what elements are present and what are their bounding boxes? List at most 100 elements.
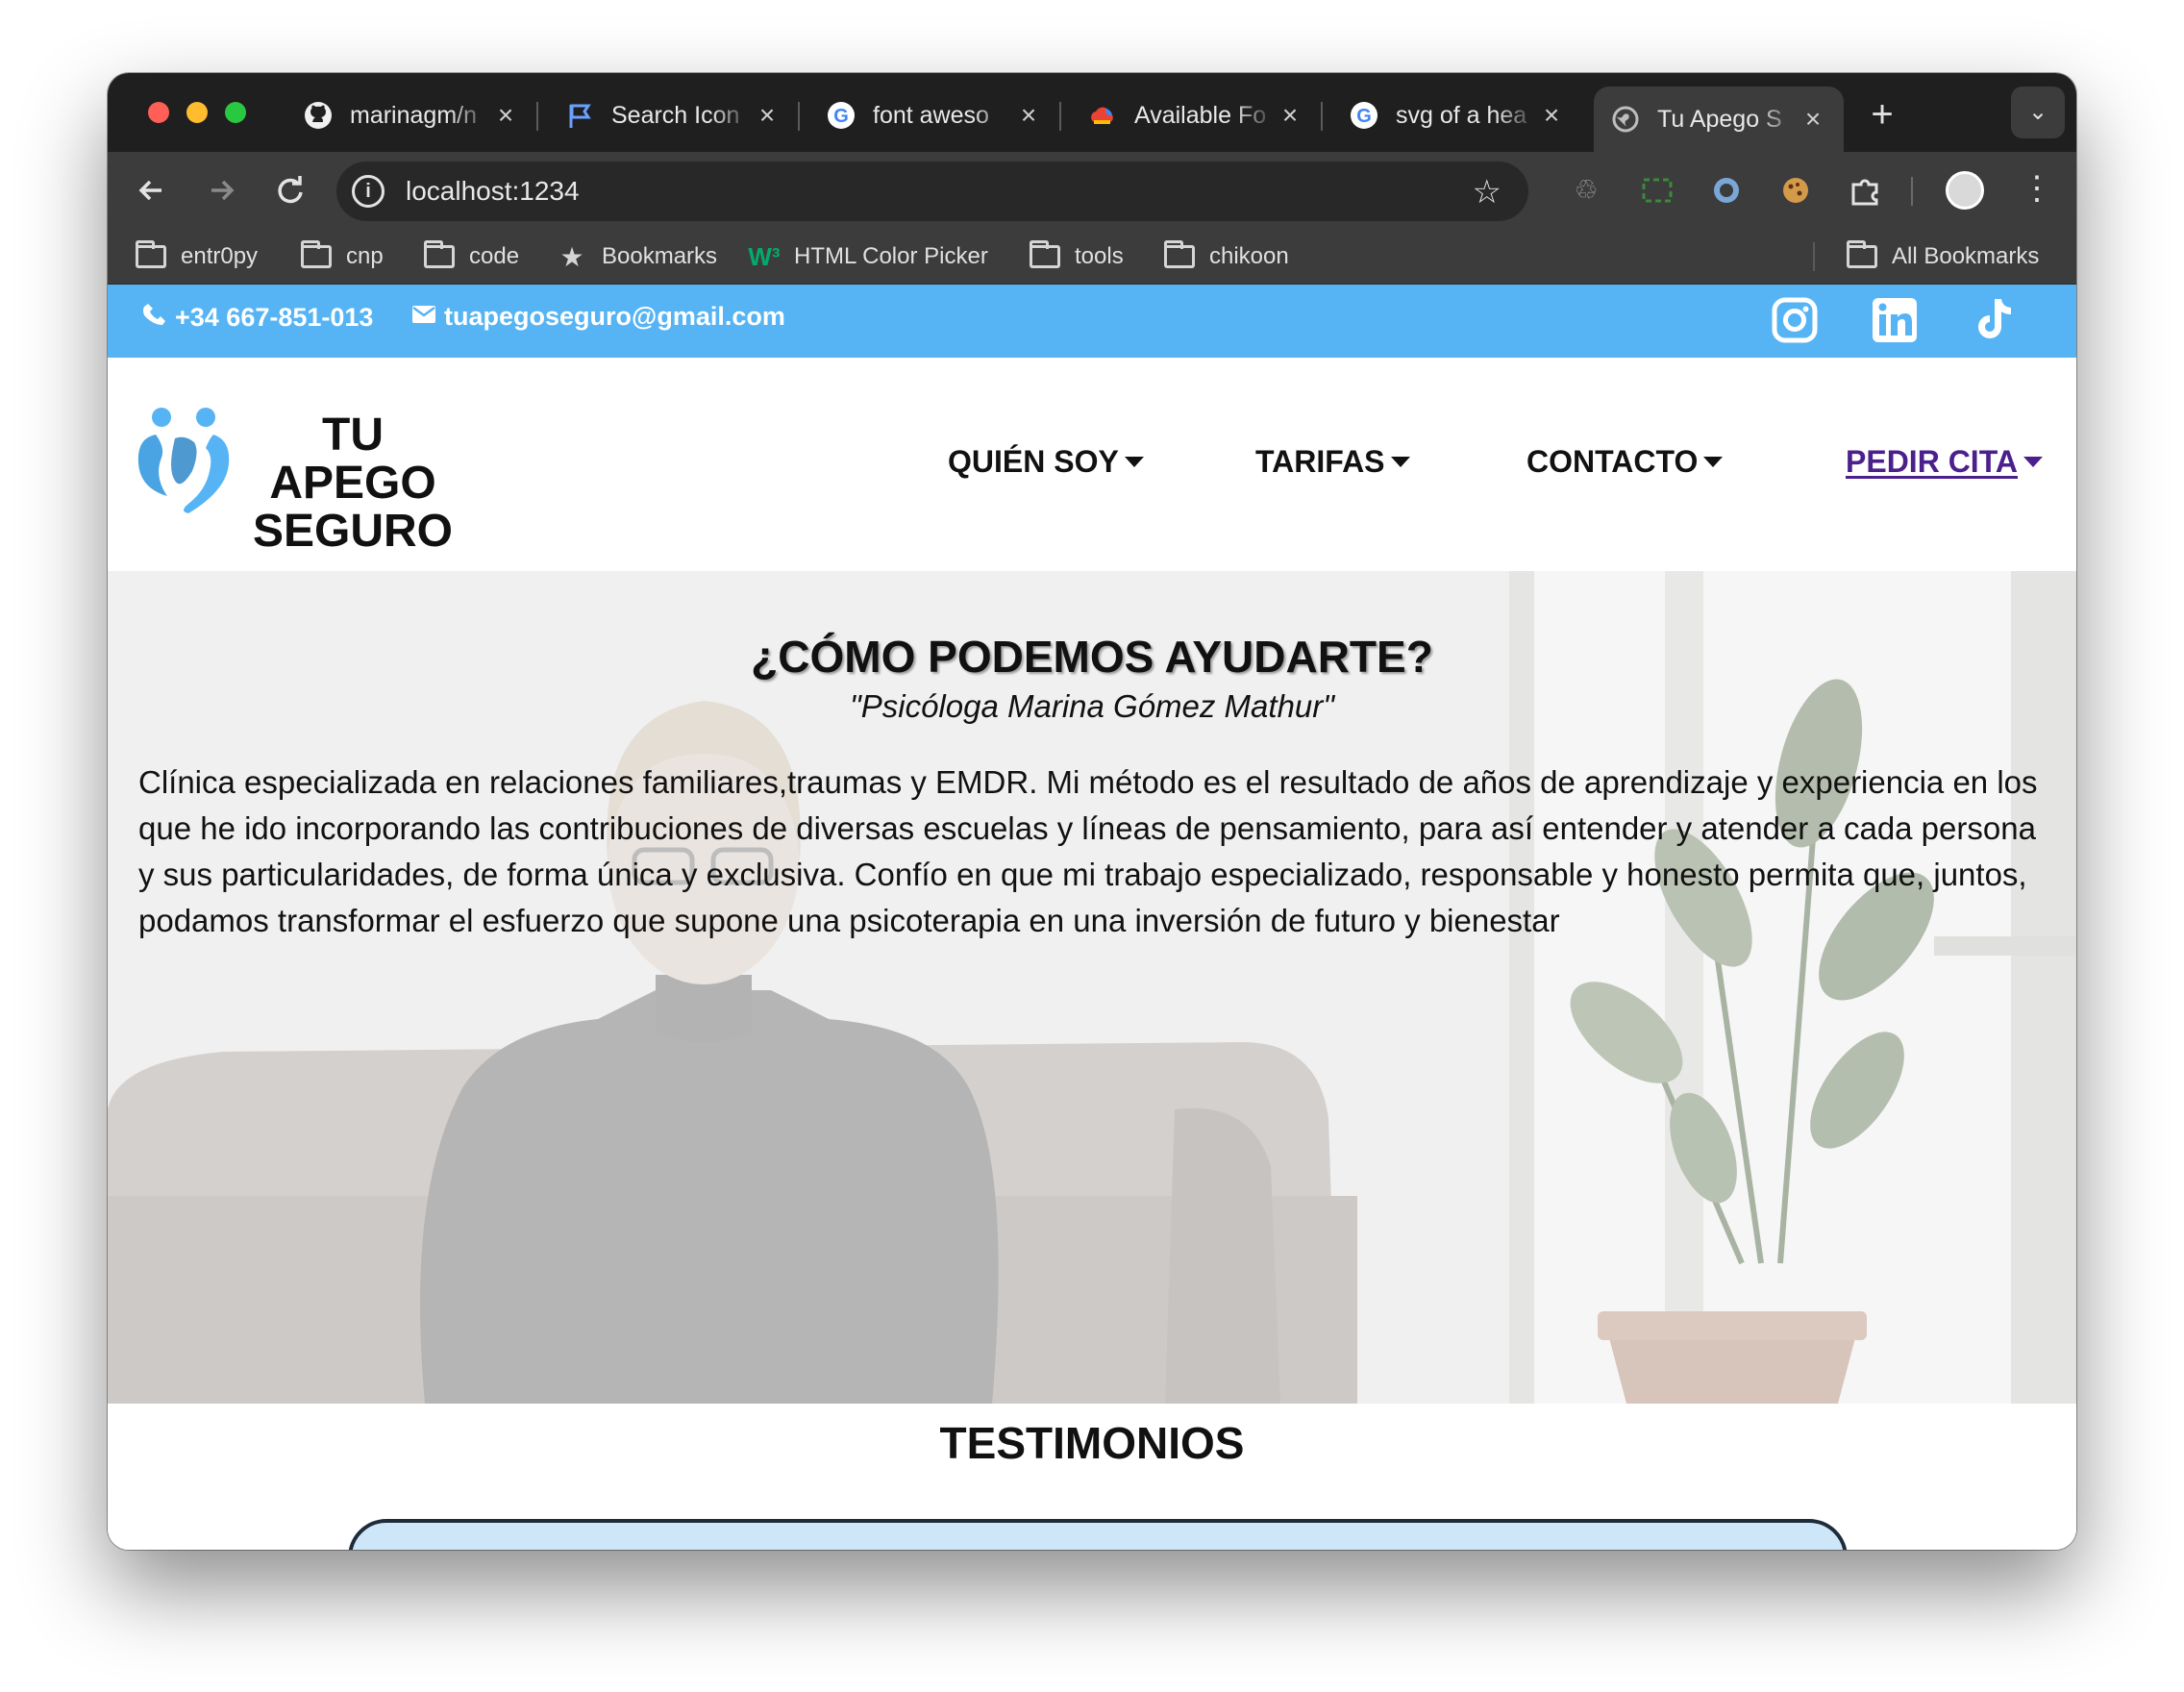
globe-icon (1611, 105, 1640, 134)
nav-contacto[interactable]: CONTACTO (1526, 444, 1724, 480)
tab-label: svg of a hea (1396, 101, 1527, 129)
tab-font-awesome[interactable]: G font aweso × (809, 87, 1061, 144)
instagram-icon[interactable] (1771, 296, 1819, 344)
folder-icon (1029, 240, 1061, 269)
caret-down-icon (2023, 457, 2043, 467)
star-icon: ★ (559, 241, 584, 272)
site-header: TU APEGO SEGURO QUIÉN SOY TARIFAS CONTAC… (108, 358, 2076, 571)
tab-tu-apego-seguro[interactable]: Tu Apego S × (1594, 87, 1844, 152)
bookmark-entr0py[interactable]: entr0py (135, 238, 258, 275)
recycle-extension-icon[interactable]: ♲ (1567, 171, 1605, 210)
url-text[interactable]: localhost:1234 (406, 176, 580, 207)
screenshot-extension-icon[interactable] (1638, 171, 1676, 210)
new-tab-button[interactable]: + (1859, 92, 1905, 138)
linkedin-icon[interactable] (1871, 296, 1919, 344)
profile-avatar[interactable] (1946, 171, 1984, 210)
bookmark-label: cnp (346, 243, 384, 269)
tab-svg-heart[interactable]: G svg of a hea × (1332, 87, 1582, 144)
close-icon[interactable]: × (1277, 100, 1303, 131)
close-icon[interactable]: × (1799, 104, 1826, 135)
minimize-window-button[interactable] (186, 102, 208, 123)
bookmark-label: entr0py (181, 243, 259, 269)
svg-text:G: G (1356, 106, 1372, 127)
bookmark-bookmarks[interactable]: ★ Bookmarks (556, 238, 717, 275)
bookmark-label: code (469, 243, 520, 269)
bookmark-label: chikoon (1209, 243, 1289, 269)
loop-extension-icon[interactable] (1707, 171, 1746, 210)
testimonials-section: TESTIMONIOS (108, 1404, 2076, 1550)
nav-cta-label: PEDIR CITA (1846, 444, 2018, 479)
more-menu-icon[interactable]: ⋮ (2021, 169, 2053, 208)
bookmark-cnp[interactable]: cnp (300, 238, 384, 275)
nav-label: TARIFAS (1255, 444, 1385, 479)
caret-down-icon (1390, 457, 1410, 467)
caret-down-icon (1703, 457, 1724, 467)
arrow-left-icon (138, 180, 161, 201)
close-icon[interactable]: × (1538, 100, 1565, 131)
tab-label: Search Icon (611, 101, 740, 129)
toolbar-divider (1911, 177, 1913, 206)
logo-icon[interactable] (136, 404, 233, 515)
tab-search-button[interactable]: ⌄ (2011, 87, 2065, 138)
tab-strip: marinagm/n × Search Icon × G font aweso … (108, 73, 2076, 152)
google-icon: G (1350, 101, 1378, 130)
tab-available-fonts[interactable]: Available Fo × (1071, 87, 1323, 144)
email-link[interactable]: tuapegoseguro@gmail.com (411, 302, 785, 332)
maximize-window-button[interactable] (225, 102, 246, 123)
tab-label: Available Fo (1134, 101, 1267, 129)
arrow-right-icon (211, 180, 235, 201)
contact-bar: +34 667-851-013 tuapegoseguro@gmail.com (108, 285, 2076, 358)
bookmark-tools[interactable]: tools (1029, 238, 1124, 275)
close-icon[interactable]: × (1015, 100, 1042, 131)
tab-search-icon[interactable]: Search Icon × (548, 87, 800, 144)
caret-down-icon (1124, 457, 1144, 467)
envelope-icon (411, 302, 436, 332)
phone-link[interactable]: +34 667-851-013 (142, 302, 373, 334)
folder-icon (300, 240, 333, 269)
address-bar[interactable]: i localhost:1234 ☆ (336, 162, 1528, 221)
puzzle-extensions-icon[interactable] (1846, 171, 1884, 210)
bookmark-label: HTML Color Picker (794, 243, 988, 269)
bookmarks-divider (1813, 242, 1815, 271)
tab-label: font aweso (873, 101, 989, 129)
tab-github[interactable]: marinagm/n × (286, 87, 538, 144)
brand-line-1: TU APEGO (269, 410, 436, 509)
brand-name[interactable]: TU APEGO SEGURO (242, 411, 463, 556)
bookmark-label: Bookmarks (602, 243, 718, 269)
folder-icon (1163, 240, 1196, 269)
phone-icon (142, 302, 167, 334)
browser-toolbar: i localhost:1234 ☆ ♲ ⋮ (108, 152, 2076, 229)
brand-line-2: SEGURO (252, 506, 454, 557)
google-cloud-icon (1088, 101, 1117, 130)
all-bookmarks-label: All Bookmarks (1892, 243, 2040, 269)
close-icon[interactable]: × (754, 100, 781, 131)
reload-icon (278, 176, 303, 204)
github-icon (304, 101, 333, 130)
reload-button[interactable] (269, 169, 311, 212)
hero-title: ¿CÓMO PODEMOS AYUDARTE? (751, 632, 1433, 682)
close-icon[interactable]: × (492, 100, 519, 131)
phone-number: +34 667-851-013 (175, 303, 374, 332)
site-info-icon[interactable]: i (352, 175, 385, 208)
hero-subtitle: "Psicóloga Marina Gómez Mathur" (850, 688, 1334, 724)
bookmark-star-icon[interactable]: ☆ (1473, 173, 1502, 212)
folder-icon (423, 240, 456, 269)
cookie-extension-icon[interactable] (1776, 171, 1815, 210)
bookmark-chikoon[interactable]: chikoon (1163, 238, 1289, 275)
folder-icon (135, 240, 167, 269)
close-window-button[interactable] (148, 102, 169, 123)
svg-text:G: G (833, 106, 849, 127)
back-button[interactable] (131, 169, 173, 212)
nav-label: QUIÉN SOY (948, 444, 1119, 479)
flag-icon (565, 101, 594, 130)
all-bookmarks[interactable]: All Bookmarks (1846, 238, 2039, 275)
bookmark-code[interactable]: code (423, 238, 519, 275)
forward-button[interactable] (200, 169, 242, 212)
bookmark-html-color-picker[interactable]: W³ HTML Color Picker (748, 238, 988, 275)
nav-tarifas[interactable]: TARIFAS (1255, 444, 1410, 480)
page-viewport: +34 667-851-013 tuapegoseguro@gmail.com (108, 285, 2076, 1550)
tiktok-icon[interactable] (1969, 296, 2017, 344)
nav-pedir-cita[interactable]: PEDIR CITA (1846, 444, 2043, 480)
browser-window: marinagm/n × Search Icon × G font aweso … (108, 73, 2076, 1550)
nav-quien-soy[interactable]: QUIÉN SOY (948, 444, 1144, 480)
